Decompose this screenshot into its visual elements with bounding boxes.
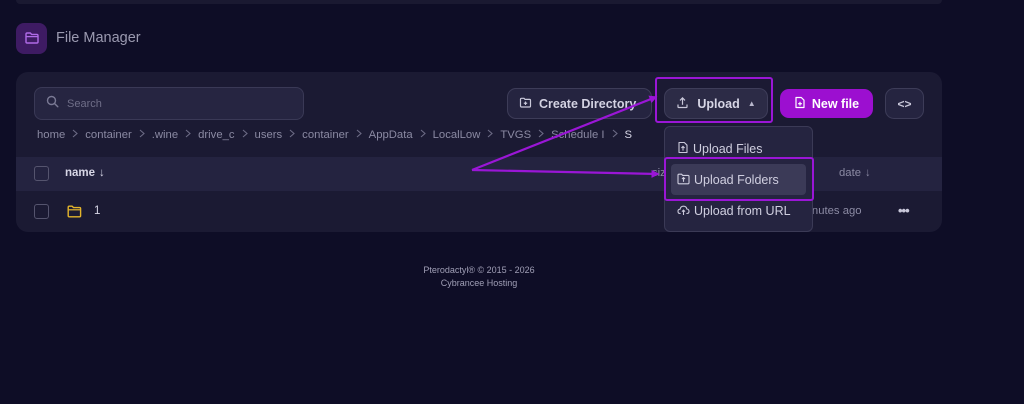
code-icon: <> (897, 96, 912, 111)
search-input[interactable] (67, 97, 287, 110)
column-header-name[interactable]: name ↓ (65, 167, 105, 179)
folder-icon (16, 22, 47, 54)
file-manager-page: File Manager Create Directory (0, 0, 1024, 404)
folder-icon (67, 205, 82, 223)
upload-icon (676, 96, 689, 112)
chevron-right-icon (289, 129, 296, 141)
chevron-right-icon (538, 129, 544, 141)
chevron-right-icon (72, 129, 79, 141)
breadcrumb-item[interactable]: container (85, 129, 131, 141)
chevron-up-icon: ▲ (747, 99, 756, 108)
breadcrumb-item[interactable]: container (302, 129, 348, 141)
cloud-upload-icon (677, 204, 690, 219)
page-header: File Manager (16, 22, 141, 54)
sort-down-icon: ↓ (865, 167, 871, 179)
breadcrumb: home container .wine drive_c users container A… (37, 127, 665, 143)
menu-item-label: Upload from URL (694, 204, 791, 218)
code-view-button[interactable]: <> (885, 88, 924, 119)
column-name-label: name (65, 167, 96, 179)
row-menu-icon[interactable]: ••• (898, 203, 910, 218)
breadcrumb-item[interactable]: .wine (152, 129, 178, 141)
chevron-right-icon (242, 129, 248, 141)
select-all-checkbox[interactable] (34, 166, 49, 181)
chevron-right-icon (139, 129, 145, 141)
previous-panel-edge (16, 0, 942, 4)
folder-upload-icon (677, 173, 690, 188)
chevron-right-icon (356, 129, 362, 141)
breadcrumb-item[interactable]: AppData (369, 129, 413, 141)
row-checkbox[interactable] (34, 204, 49, 219)
page-title: File Manager (56, 30, 141, 46)
breadcrumb-item[interactable]: users (255, 129, 283, 141)
search-icon (46, 95, 59, 113)
sort-down-icon: ↓ (99, 167, 105, 179)
breadcrumb-item[interactable]: home (37, 129, 65, 141)
footer: Pterodactyl® © 2015 - 2026 Cybrancee Hos… (0, 264, 958, 290)
folder-plus-icon (519, 96, 532, 112)
column-date-label: date (839, 167, 861, 179)
footer-host: Cybrancee Hosting (440, 278, 518, 288)
create-directory-label: Create Directory (539, 96, 637, 111)
menu-item-upload-files[interactable]: Upload Files (677, 139, 762, 159)
new-file-button[interactable]: New file (780, 89, 873, 118)
breadcrumb-item[interactable]: S (625, 129, 633, 141)
menu-item-upload-folders[interactable]: Upload Folders (677, 170, 779, 190)
breadcrumb-item[interactable]: drive_c (198, 129, 234, 141)
file-plus-icon (794, 96, 806, 112)
footer-copyright: Pterodactyl® © 2015 - 2026 (423, 265, 535, 275)
upload-label: Upload (697, 96, 740, 111)
create-directory-button[interactable]: Create Directory (507, 88, 652, 119)
file-name[interactable]: 1 (94, 205, 100, 217)
menu-item-label: Upload Files (693, 142, 763, 156)
chevron-right-icon (420, 129, 426, 141)
chevron-right-icon (487, 129, 494, 141)
breadcrumb-item[interactable]: LocalLow (433, 129, 481, 141)
breadcrumb-item[interactable]: Schedule I (551, 129, 604, 141)
menu-item-upload-from-url[interactable]: Upload from URL (677, 201, 791, 221)
menu-item-label: Upload Folders (694, 173, 779, 187)
upload-button[interactable]: Upload ▲ (664, 88, 768, 119)
search-box[interactable] (34, 87, 304, 120)
chevron-right-icon (612, 129, 618, 141)
breadcrumb-item[interactable]: TVGS (500, 129, 531, 141)
column-header-date[interactable]: date ↓ (839, 167, 871, 179)
file-upload-icon (677, 141, 689, 157)
new-file-label: New file (811, 96, 860, 111)
chevron-right-icon (185, 129, 191, 141)
